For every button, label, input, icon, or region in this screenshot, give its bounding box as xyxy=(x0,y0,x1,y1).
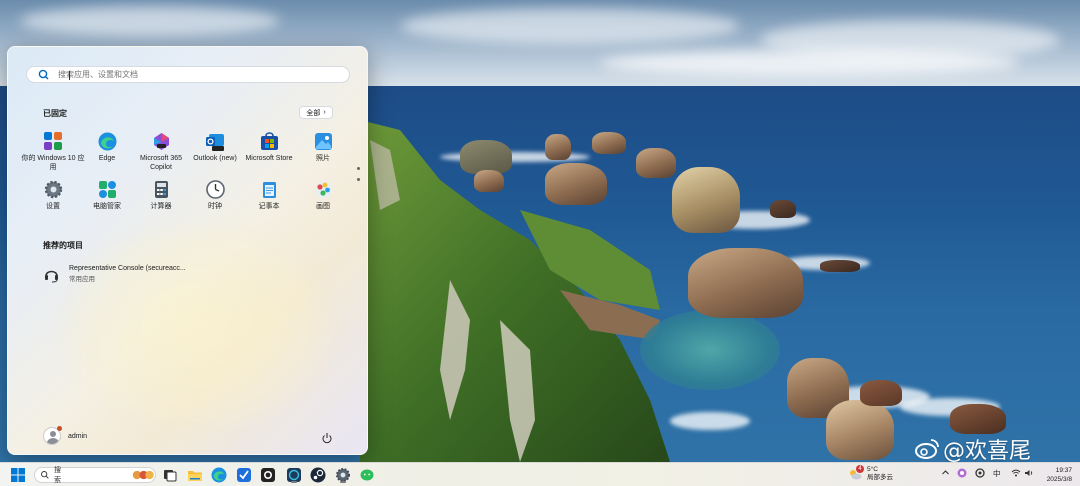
pinned-app-clock[interactable]: 时钟 xyxy=(186,180,244,211)
taskbar-clock[interactable]: 19:37 2025/3/8 xyxy=(1040,466,1072,484)
notepad-icon xyxy=(260,180,279,199)
page-indicator[interactable] xyxy=(357,167,360,181)
wifi-icon[interactable] xyxy=(1011,468,1021,480)
power-button[interactable] xyxy=(321,431,333,444)
pinned-app-notepad[interactable]: 记事本 xyxy=(240,180,298,211)
app-label: 照片 xyxy=(316,155,330,162)
clock-date: 2025/3/8 xyxy=(1046,476,1072,483)
pinned-app-settings[interactable]: 设置 xyxy=(24,180,82,211)
github-icon xyxy=(261,468,275,482)
weather-badge: 4 xyxy=(856,465,864,473)
active-indicator xyxy=(291,481,297,483)
pinned-app-paint[interactable]: 画图 xyxy=(294,180,352,211)
search-highlight-icon xyxy=(132,470,154,480)
pinned-section-title: 已固定 xyxy=(43,109,67,118)
pinned-app-pc-manager[interactable]: 电脑管家 xyxy=(78,180,136,211)
weibo-logo-icon xyxy=(915,439,939,459)
taskbar-app-kanban[interactable] xyxy=(236,467,252,483)
taskbar-app-terminal[interactable] xyxy=(286,467,302,483)
photos-icon xyxy=(314,132,333,151)
taskbar-search-label: 搜索 xyxy=(54,467,61,484)
pinned-app-windows-10-apps[interactable]: 你的 Windows 10 应用 xyxy=(21,132,85,172)
pinned-app-photos[interactable]: 照片 xyxy=(294,132,352,163)
input-method-indicator[interactable]: 中 xyxy=(993,468,1001,479)
folder-icon xyxy=(188,471,202,481)
copilot-tray-icon[interactable] xyxy=(957,468,967,480)
active-indicator xyxy=(340,481,346,483)
taskbar-search[interactable]: 搜索 xyxy=(34,467,156,484)
taskbar-app-steam[interactable] xyxy=(310,467,326,483)
wallpaper-cliff xyxy=(360,120,670,462)
user-name: admin xyxy=(68,432,88,440)
volume-icon[interactable] xyxy=(1024,468,1034,480)
all-apps-label: 全部 xyxy=(306,109,321,117)
search-icon xyxy=(41,471,49,479)
pinned-app-store[interactable]: Microsoft Store xyxy=(240,132,298,163)
chevron-right-icon: › xyxy=(323,109,326,116)
store-icon xyxy=(260,132,279,151)
recommended-item-title: Representative Console (secureacc... xyxy=(69,265,186,272)
taskbar-app-wechat[interactable] xyxy=(359,467,375,483)
user-account-button[interactable]: admin xyxy=(43,427,87,445)
pinned-app-outlook[interactable]: Outlook (new) xyxy=(186,132,244,163)
chevron-up-icon[interactable] xyxy=(941,468,950,479)
taskbar-app-file-explorer[interactable] xyxy=(187,467,203,483)
windows-10-apps-icon xyxy=(43,132,63,151)
clock-time: 19:37 xyxy=(1055,467,1072,474)
pc-manager-icon xyxy=(98,180,117,199)
taskbar-app-github[interactable] xyxy=(260,467,276,483)
start-search-box[interactable] xyxy=(26,66,350,83)
app-label: 画图 xyxy=(316,203,330,210)
taskbar: 搜索 4 5°C 局部多云 中 19:37 2025/3/8 xyxy=(0,462,1080,486)
pinned-app-calculator[interactable]: 计算器 xyxy=(132,180,190,211)
headset-icon xyxy=(43,266,60,283)
windows-logo-icon xyxy=(11,468,25,482)
recommended-section-title: 推荐的项目 xyxy=(43,241,83,250)
status-dot xyxy=(57,426,62,431)
taskbar-app-settings[interactable] xyxy=(335,467,351,483)
start-button[interactable] xyxy=(10,467,26,483)
task-view-icon xyxy=(164,470,177,482)
all-apps-button[interactable]: 全部 › xyxy=(299,106,333,119)
search-icon xyxy=(36,67,52,83)
chat-app-icon xyxy=(360,469,374,481)
edge-icon xyxy=(98,132,117,151)
calculator-icon xyxy=(152,180,171,199)
task-view-button[interactable] xyxy=(162,467,178,483)
weather-condition: 局部多云 xyxy=(867,474,893,481)
weather-temperature: 5°C xyxy=(867,466,878,473)
taskbar-app-edge[interactable] xyxy=(211,467,227,483)
paint-icon xyxy=(314,180,333,199)
text-caret xyxy=(69,71,70,80)
m365-copilot-icon xyxy=(152,132,171,151)
recommended-item-subtitle: 常用应用 xyxy=(69,276,95,283)
power-icon xyxy=(322,433,332,444)
tray-app-icon[interactable] xyxy=(975,468,985,480)
start-menu: 已固定 全部 › 你的 Windows 10 应用 Edge Microsoft… xyxy=(7,46,368,455)
edge-icon xyxy=(211,467,227,483)
settings-icon xyxy=(44,180,63,199)
steam-icon xyxy=(310,467,326,483)
pinned-app-m365-copilot[interactable]: Microsoft 365 Copilot xyxy=(132,132,190,172)
pinned-app-edge[interactable]: Edge xyxy=(78,132,136,163)
watermark-text: @欢喜尾 xyxy=(943,439,1032,464)
recommended-item[interactable]: Representative Console (secureacc... 常用应… xyxy=(43,265,186,283)
start-search-input[interactable] xyxy=(58,70,338,79)
checkmark-app-icon xyxy=(237,468,251,482)
clock-icon xyxy=(205,180,225,199)
outlook-icon xyxy=(205,132,225,151)
watermark: @欢喜尾 xyxy=(914,433,1031,465)
partly-cloudy-icon: 4 xyxy=(848,465,864,481)
weather-widget[interactable]: 4 5°C 局部多云 xyxy=(848,465,893,482)
